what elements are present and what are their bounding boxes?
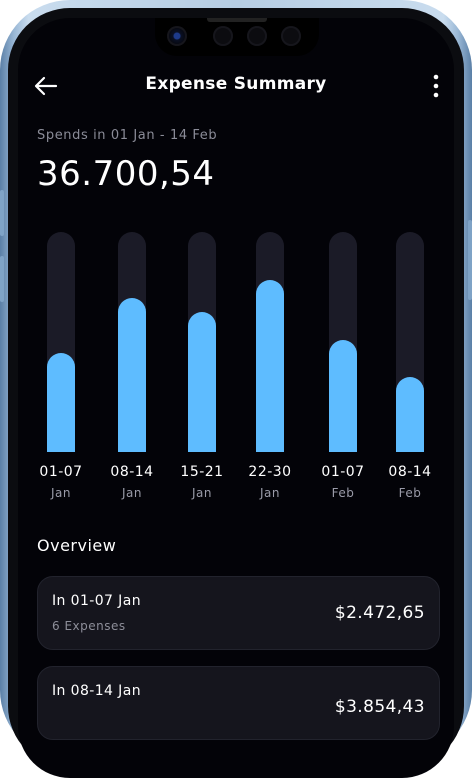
- period-label: Spends in 01 Jan - 14 Feb: [37, 128, 218, 143]
- bar: [118, 298, 146, 452]
- bar-range-label: 01-07: [39, 464, 83, 480]
- expense-card[interactable]: In 08-14 Jan $3.854,43: [37, 666, 440, 740]
- bar-range-label: 15-21: [180, 464, 224, 480]
- bar: [188, 312, 216, 452]
- app-screen: Expense Summary Spends in 01 Jan - 14 Fe…: [18, 18, 454, 778]
- bar: [396, 377, 424, 452]
- bar-range-label: 08-14: [388, 464, 432, 480]
- app-header: Expense Summary: [18, 70, 454, 102]
- bar: [256, 280, 284, 452]
- bar-track: [396, 232, 424, 452]
- bar: [47, 353, 75, 452]
- card-expense-count: 6 Expenses: [52, 619, 126, 633]
- total-amount: 36.700,54: [37, 154, 215, 194]
- card-amount: $3.854,43: [334, 697, 425, 717]
- bar-range-label: 01-07: [321, 464, 365, 480]
- expense-bar-chart: 01-07 Jan 08-14 Jan 15-21 Jan 22-30 Jan 01-07 Feb…: [18, 232, 454, 522]
- more-vertical-icon[interactable]: [428, 72, 444, 100]
- bar-month-label: Jan: [122, 486, 142, 500]
- bar-month-label: Jan: [51, 486, 71, 500]
- sensor-icon: [247, 26, 267, 46]
- bar-month-label: Feb: [398, 486, 422, 500]
- bar-range-label: 22-30: [248, 464, 292, 480]
- sensor-icon: [213, 26, 233, 46]
- front-camera-icon: [167, 26, 187, 46]
- side-button: [468, 220, 472, 300]
- bar-range-label: 08-14: [110, 464, 154, 480]
- bar-month-label: Jan: [192, 486, 212, 500]
- side-button: [0, 256, 4, 302]
- sensor-icon: [281, 26, 301, 46]
- page-title: Expense Summary: [145, 74, 327, 94]
- notch: [155, 18, 319, 56]
- speaker-grille: [207, 18, 267, 22]
- bar: [329, 340, 357, 452]
- bar-month-label: Feb: [331, 486, 355, 500]
- card-amount: $2.472,65: [334, 603, 425, 623]
- bar-track: [188, 232, 216, 452]
- card-range: In 01-07 Jan: [52, 593, 141, 609]
- expense-card[interactable]: In 01-07 Jan 6 Expenses $2.472,65: [37, 576, 440, 650]
- bar-track: [256, 232, 284, 452]
- bar-month-label: Jan: [260, 486, 280, 500]
- bar-track: [118, 232, 146, 452]
- side-button: [0, 190, 4, 236]
- bar-track: [329, 232, 357, 452]
- overview-heading: Overview: [37, 536, 117, 555]
- card-range: In 08-14 Jan: [52, 683, 141, 699]
- bar-track: [47, 232, 75, 452]
